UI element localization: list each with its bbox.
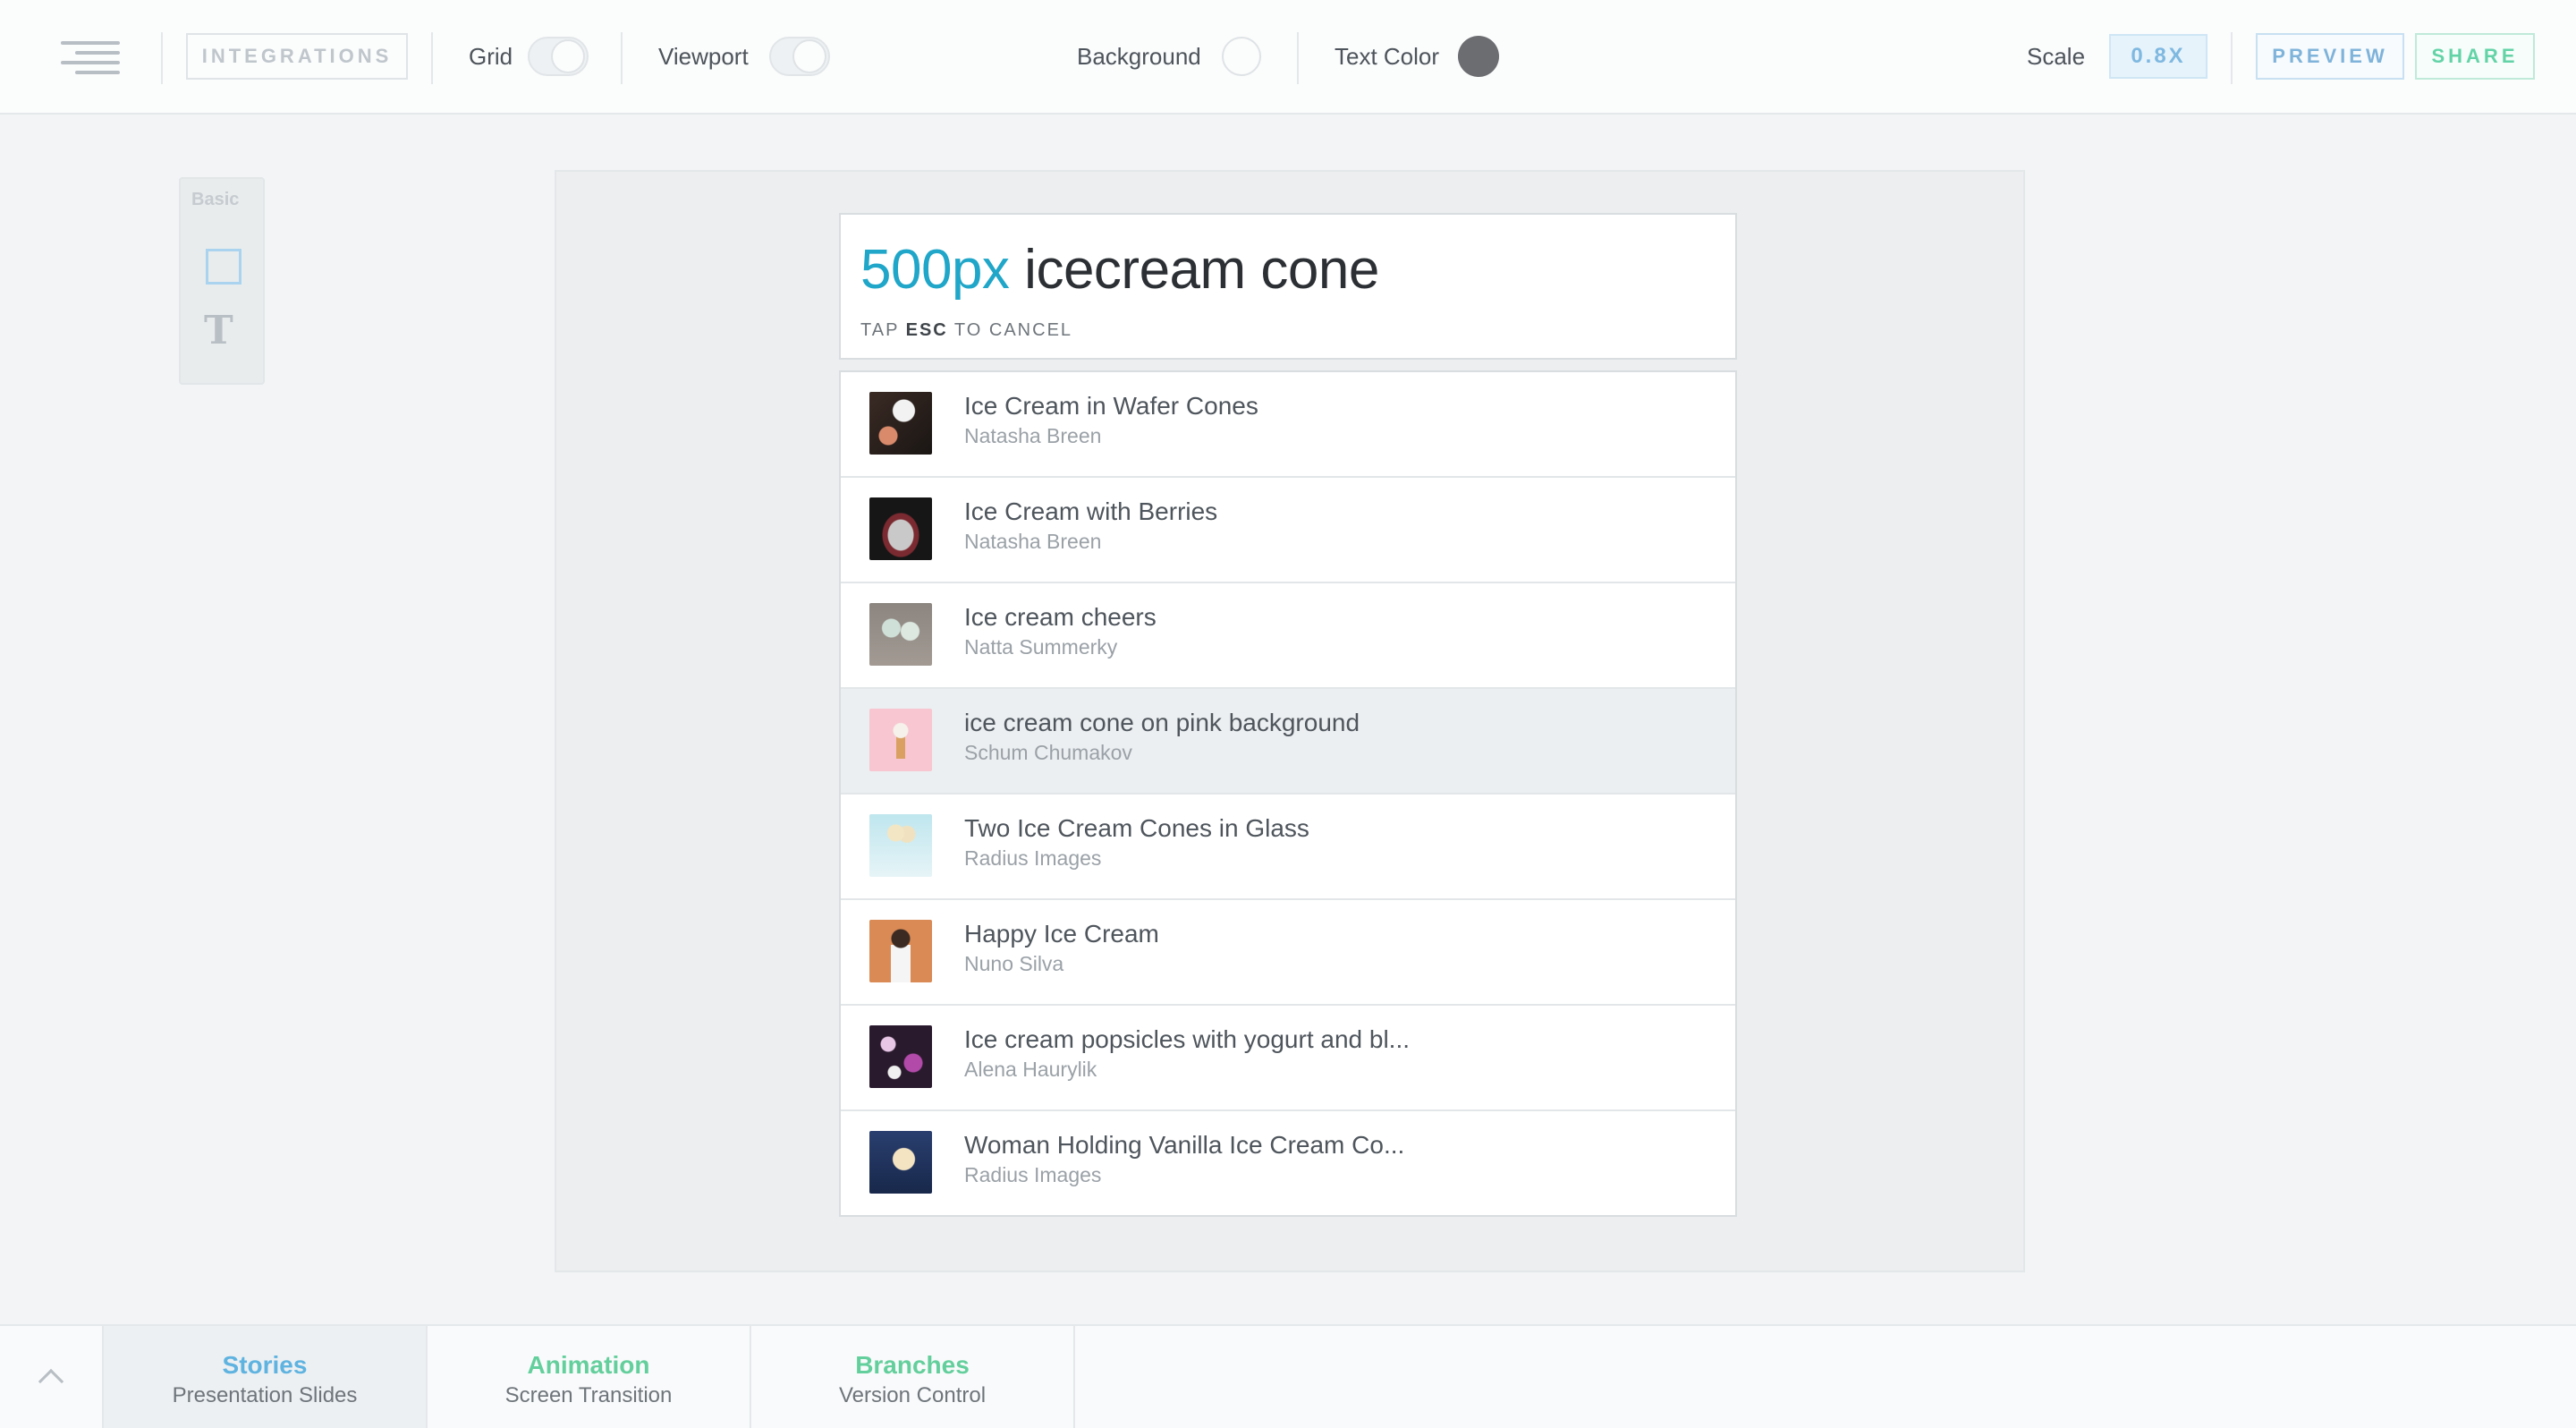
result-title: Ice Cream with Berries: [964, 497, 1218, 525]
result-title: Happy Ice Cream: [964, 920, 1159, 948]
result-item[interactable]: Woman Holding Vanilla Ice Cream Co... Ra…: [841, 1111, 1735, 1217]
rectangle-tool-icon[interactable]: [206, 249, 242, 285]
search-source-prefix: 500px: [860, 239, 1010, 301]
result-thumbnail: [869, 920, 932, 982]
result-item[interactable]: Ice Cream with Berries Natasha Breen: [841, 478, 1735, 583]
text-tool-icon[interactable]: T: [204, 311, 233, 351]
result-author: Natasha Breen: [964, 530, 1102, 553]
result-item[interactable]: Ice cream popsicles with yogurt and bl..…: [841, 1006, 1735, 1111]
result-thumbnail: [869, 1025, 932, 1088]
top-toolbar: INTEGRATIONS Grid Viewport Background Te…: [0, 0, 2576, 115]
tab-stories[interactable]: Stories Presentation Slides: [104, 1326, 428, 1428]
result-author: Natta Summerky: [964, 635, 1118, 659]
tab-animation[interactable]: Animation Screen Transition: [428, 1326, 751, 1428]
result-thumbnail: [869, 814, 932, 877]
result-author: Radius Images: [964, 1163, 1102, 1186]
tab-subtitle: Version Control: [838, 1383, 987, 1407]
background-color-swatch[interactable]: [1222, 37, 1261, 76]
search-query-text: icecream cone: [1009, 239, 1379, 301]
tab-title: Animation: [527, 1351, 650, 1379]
chevron-up-icon: [38, 1368, 64, 1395]
toolbar-divider: [2231, 32, 2233, 84]
result-item[interactable]: Ice Cream in Wafer Cones Natasha Breen: [841, 372, 1735, 478]
grid-label: Grid: [469, 43, 513, 70]
result-thumbnail: [869, 603, 932, 666]
result-item[interactable]: Ice cream cheers Natta Summerky: [841, 583, 1735, 689]
result-title: Ice Cream in Wafer Cones: [964, 392, 1258, 420]
tab-subtitle: Screen Transition: [504, 1383, 673, 1407]
background-label: Background: [1077, 43, 1201, 70]
share-button[interactable]: SHARE: [2415, 33, 2535, 80]
toggle-knob: [551, 39, 585, 73]
tab-branches[interactable]: Branches Version Control: [751, 1326, 1075, 1428]
toolbar-divider: [431, 32, 433, 84]
tab-title: Branches: [855, 1351, 970, 1379]
hamburger-menu-icon[interactable]: [61, 41, 120, 75]
preview-button[interactable]: PREVIEW: [2256, 33, 2404, 80]
grid-toggle[interactable]: [528, 37, 589, 76]
cancel-hint: TAP ESC TO CANCEL: [860, 320, 1073, 340]
tool-palette: Basic T: [179, 177, 265, 385]
search-results-list: Ice Cream in Wafer Cones Natasha Breen I…: [839, 370, 1737, 1217]
toolbar-divider: [161, 32, 163, 84]
result-author: Radius Images: [964, 846, 1102, 870]
toggle-knob: [792, 39, 826, 73]
scale-button[interactable]: 0.8X: [2109, 34, 2207, 79]
result-title: Ice cream popsicles with yogurt and bl..…: [964, 1025, 1411, 1053]
image-search-panel: 500px icecream cone TAP ESC TO CANCEL: [839, 213, 1737, 360]
result-title: Two Ice Cream Cones in Glass: [964, 814, 1309, 842]
toolbar-divider: [1297, 32, 1299, 84]
result-title: Woman Holding Vanilla Ice Cream Co...: [964, 1131, 1405, 1159]
result-item[interactable]: Two Ice Cream Cones in Glass Radius Imag…: [841, 795, 1735, 900]
toolbar-divider: [621, 32, 623, 84]
viewport-label: Viewport: [658, 43, 749, 70]
text-color-label: Text Color: [1335, 43, 1440, 70]
result-author: Alena Haurylik: [964, 1058, 1097, 1081]
expand-panel-button[interactable]: [0, 1326, 104, 1428]
result-thumbnail: [869, 1131, 932, 1194]
tab-title: Stories: [222, 1351, 308, 1379]
result-author: Nuno Silva: [964, 952, 1064, 975]
result-author: Schum Chumakov: [964, 741, 1132, 764]
text-color-swatch[interactable]: [1458, 36, 1499, 77]
palette-title: Basic: [191, 190, 240, 209]
result-item[interactable]: Happy Ice Cream Nuno Silva: [841, 900, 1735, 1006]
scale-label: Scale: [2027, 43, 2086, 70]
integrations-button[interactable]: INTEGRATIONS: [186, 33, 408, 80]
result-thumbnail: [869, 497, 932, 560]
result-title: Ice cream cheers: [964, 603, 1157, 631]
result-item-selected[interactable]: ice cream cone on pink background Schum …: [841, 689, 1735, 795]
viewport-toggle[interactable]: [769, 37, 830, 76]
bottom-panel-bar: Stories Presentation Slides Animation Sc…: [0, 1324, 2576, 1428]
tab-subtitle: Presentation Slides: [172, 1383, 358, 1407]
result-thumbnail: [869, 392, 932, 455]
result-author: Natasha Breen: [964, 424, 1102, 447]
search-input[interactable]: 500px icecream cone: [860, 238, 1379, 302]
result-title: ice cream cone on pink background: [964, 709, 1360, 736]
result-thumbnail: [869, 709, 932, 771]
